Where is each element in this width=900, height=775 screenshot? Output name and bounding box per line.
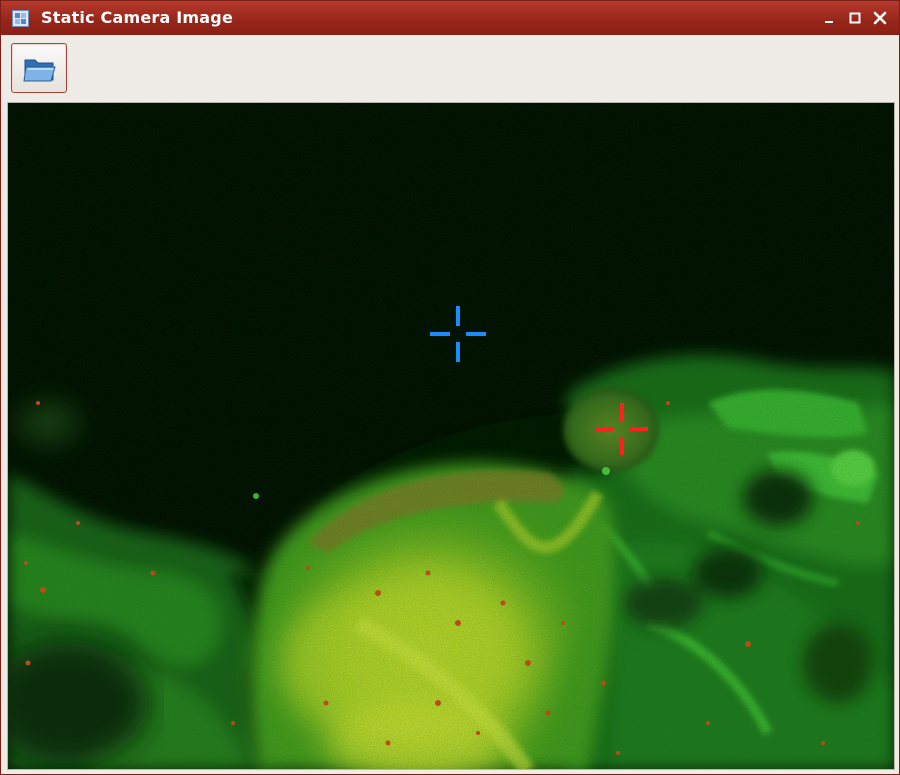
open-folder-icon bbox=[23, 59, 56, 82]
window-title: Static Camera Image bbox=[41, 8, 234, 27]
camera-image[interactable] bbox=[7, 102, 895, 770]
blue-crosshair[interactable] bbox=[430, 306, 486, 362]
minimize-icon[interactable] bbox=[821, 10, 837, 26]
maximize-icon[interactable] bbox=[847, 10, 863, 26]
open-file-button[interactable] bbox=[11, 43, 67, 93]
toolbar bbox=[1, 35, 899, 101]
fluorescence-microscopy-image bbox=[8, 103, 894, 769]
image-app-icon bbox=[12, 10, 29, 27]
title-bar[interactable]: Static Camera Image bbox=[1, 1, 899, 35]
static-camera-image-window: Static Camera Image bbox=[0, 0, 900, 775]
close-icon[interactable] bbox=[872, 10, 888, 26]
red-crosshair[interactable] bbox=[596, 403, 648, 455]
